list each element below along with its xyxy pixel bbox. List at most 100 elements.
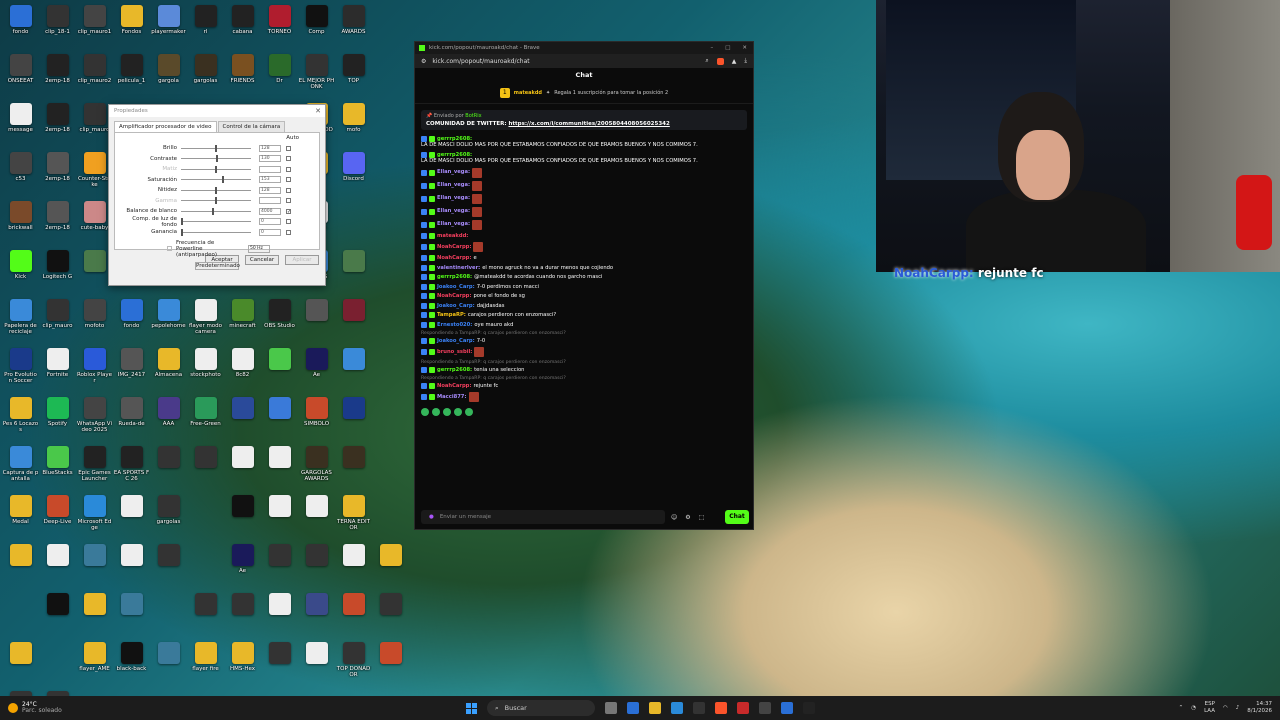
desktop-icon[interactable]: [76, 590, 113, 639]
desktop-icon[interactable]: Free-Green: [187, 394, 224, 443]
desktop-icon[interactable]: [187, 590, 224, 639]
desktop-icon[interactable]: Dr: [261, 51, 298, 100]
chat-username[interactable]: NoahCarpp:: [437, 293, 471, 300]
chat-message[interactable]: Ernesto020: oye mauro akd: [421, 320, 747, 330]
desktop-icon[interactable]: [261, 639, 298, 688]
slider-thumb[interactable]: [211, 207, 214, 215]
desktop-icon[interactable]: Medal: [2, 492, 39, 541]
desktop-icon[interactable]: [372, 590, 409, 639]
desktop-icon[interactable]: Almacena: [150, 345, 187, 394]
desktop-icon[interactable]: [261, 345, 298, 394]
desktop-icon[interactable]: [298, 541, 335, 590]
desktop-icon[interactable]: TERNA EDITOR: [335, 492, 372, 541]
desktop-icon[interactable]: [2, 541, 39, 590]
auto-checkbox[interactable]: [286, 166, 291, 172]
chat-username[interactable]: Joakoo_Carp:: [437, 284, 475, 291]
emote-5[interactable]: [465, 407, 473, 416]
close-icon[interactable]: ✕: [315, 107, 321, 115]
auto-checkbox[interactable]: [286, 198, 291, 204]
desktop-icon[interactable]: message: [2, 100, 39, 149]
gift-tool-icon[interactable]: ⬚: [699, 514, 705, 521]
start-icon[interactable]: [466, 702, 477, 714]
desktop-icon[interactable]: pelicula_1: [113, 51, 150, 100]
auto-checkbox[interactable]: [286, 219, 291, 225]
desktop-icon[interactable]: [113, 541, 150, 590]
desktop-icon[interactable]: [298, 296, 335, 345]
emote-2[interactable]: [432, 407, 440, 416]
chat-username[interactable]: Ellan_vega:: [437, 182, 470, 189]
property-slider[interactable]: [181, 218, 251, 226]
desktop-icon[interactable]: 2emp-18: [39, 198, 76, 247]
pinned-link[interactable]: https://x.com/i/communities/200580440805…: [508, 121, 669, 127]
emote-1[interactable]: [421, 407, 429, 416]
auto-checkbox[interactable]: [286, 187, 291, 193]
chat-message[interactable]: gerrrp2608: @mateakdd te acordas cuando n…: [421, 273, 747, 283]
desktop-icon[interactable]: Pro Evolution Soccer: [2, 345, 39, 394]
property-value[interactable]: 0: [259, 218, 281, 226]
desktop-icon[interactable]: flayer fire: [187, 639, 224, 688]
weather-widget[interactable]: 24°C Parc. soleado: [0, 702, 200, 714]
desktop-icon[interactable]: Logitech G: [39, 247, 76, 296]
desktop-icon[interactable]: [113, 492, 150, 541]
chat-username[interactable]: valentinerlver:: [437, 265, 480, 272]
emote-4[interactable]: [454, 407, 462, 416]
desktop-icon[interactable]: clip_mauro2: [76, 51, 113, 100]
desktop-icon[interactable]: SIMBOLO: [298, 394, 335, 443]
color-enable-checkbox[interactable]: [167, 246, 172, 251]
desktop-icon[interactable]: [224, 443, 261, 492]
chat-message[interactable]: gerrrp2608: LA DE MASCI DOLIO MAS POR QUE…: [421, 150, 747, 166]
desktop-icon[interactable]: gargolas: [150, 492, 187, 541]
desktop-icon[interactable]: stockphoto: [187, 345, 224, 394]
desktop-icon[interactable]: [298, 639, 335, 688]
desktop-icon[interactable]: [150, 541, 187, 590]
property-slider[interactable]: [181, 197, 251, 205]
desktop-icon[interactable]: Discord: [335, 149, 372, 198]
desktop-icon[interactable]: Fondos: [113, 2, 150, 51]
desktop-icon[interactable]: [298, 590, 335, 639]
app-icon-blue[interactable]: [781, 702, 793, 714]
slider-thumb[interactable]: [215, 165, 217, 173]
chat-username[interactable]: Ernesto020:: [437, 322, 472, 329]
wifi-icon[interactable]: ◠: [1223, 705, 1228, 711]
chat-username[interactable]: Joakoo_Carp:: [437, 338, 475, 345]
desktop-icon[interactable]: [335, 443, 372, 492]
desktop-icon[interactable]: [335, 296, 372, 345]
capcut-icon[interactable]: [803, 702, 815, 714]
site-settings-icon[interactable]: ⚙: [421, 58, 426, 65]
desktop-icon[interactable]: Microsoft Edge: [76, 492, 113, 541]
slider-thumb[interactable]: [181, 218, 183, 226]
default-button[interactable]: Predeterminado: [195, 261, 240, 270]
desktop-icon[interactable]: mofoto: [76, 296, 113, 345]
desktop-icon[interactable]: flayer_AME: [76, 639, 113, 688]
desktop-icon[interactable]: [39, 590, 76, 639]
desktop-icon[interactable]: [224, 394, 261, 443]
desktop-icon[interactable]: gargolas: [187, 51, 224, 100]
desktop-icon[interactable]: 8c82: [224, 345, 261, 394]
desktop-icon[interactable]: Kick: [2, 247, 39, 296]
desktop-icon[interactable]: [335, 345, 372, 394]
desktop-icon[interactable]: clip_18-1: [39, 2, 76, 51]
chat-message[interactable]: gerrrp2608: LA DE MASCI DOLIO MAS POR QUE…: [421, 134, 747, 150]
auto-checkbox[interactable]: [286, 145, 291, 151]
taskbar-search[interactable]: ⌕ Buscar: [487, 700, 595, 716]
chat-message[interactable]: Ellan_vega:: [421, 166, 747, 179]
desktop-icon[interactable]: Ae: [224, 541, 261, 590]
desktop-icon[interactable]: HMS-Hex: [224, 639, 261, 688]
property-value[interactable]: 0: [259, 228, 281, 236]
desktop-icon[interactable]: [76, 541, 113, 590]
desktop-icon[interactable]: OBS Studio: [261, 296, 298, 345]
chat-message[interactable]: mateakdd:: [421, 231, 747, 241]
desktop-icon[interactable]: Deep-Live: [39, 492, 76, 541]
slider-thumb[interactable]: [215, 186, 217, 194]
sub-gift-bar[interactable]: 1 mateakdd ✦ Regala 1 suscripción para t…: [415, 82, 753, 104]
desktop-icon[interactable]: EL MEJOR PHONK: [298, 51, 335, 100]
chat-message[interactable]: Respondiendo a TampaRP: q carajos perdie…: [421, 330, 747, 346]
chat-message[interactable]: NoahCarpp:: [421, 241, 747, 254]
maximize-icon[interactable]: □: [725, 45, 730, 51]
desktop-icon[interactable]: rl: [187, 2, 224, 51]
desktop-icon[interactable]: [261, 492, 298, 541]
desktop-icon[interactable]: playermaker: [150, 2, 187, 51]
chat-message[interactable]: TampaRP: carajos perdieron con enzomasci?: [421, 311, 747, 321]
chat-message[interactable]: Ellan_vega:: [421, 192, 747, 205]
chat-username[interactable]: Macci877:: [437, 394, 467, 401]
